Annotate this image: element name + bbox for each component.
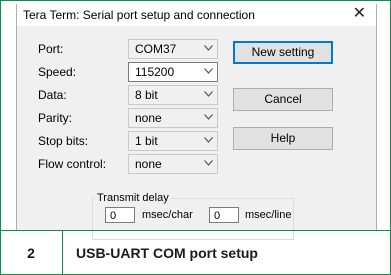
stop-bits-label: Stop bits: xyxy=(38,134,89,148)
data-label: Data: xyxy=(38,88,67,102)
data-select[interactable]: 8 bit xyxy=(128,85,218,105)
flow-control-select[interactable]: none xyxy=(128,154,218,174)
port-label: Port: xyxy=(38,42,64,56)
parity-label: Parity: xyxy=(38,111,73,125)
speed-select[interactable]: 115200 xyxy=(128,62,218,82)
msec-per-line-input[interactable]: 0 xyxy=(209,207,239,223)
transmit-delay-label: Transmit delay xyxy=(95,192,171,204)
close-icon[interactable]: ✕ xyxy=(353,5,366,23)
port-value: COM37 xyxy=(135,42,177,56)
new-setting-button[interactable]: New setting xyxy=(233,41,333,64)
chevron-down-icon xyxy=(204,91,213,97)
msec-per-line-unit: msec/line xyxy=(245,209,292,221)
help-button[interactable]: Help xyxy=(233,127,333,150)
figure-caption: USB-UART COM port setup xyxy=(76,245,258,261)
figure-number: 2 xyxy=(0,231,63,275)
data-value: 8 bit xyxy=(135,88,158,102)
parity-value: none xyxy=(135,111,162,125)
flow-control-label: Flow control: xyxy=(38,157,107,171)
cancel-button[interactable]: Cancel xyxy=(233,88,333,111)
msec-per-char-input[interactable]: 0 xyxy=(105,207,135,223)
chevron-down-icon xyxy=(204,137,213,143)
chevron-down-icon xyxy=(204,114,213,120)
stop-bits-select[interactable]: 1 bit xyxy=(128,131,218,151)
stop-bits-value: 1 bit xyxy=(135,134,158,148)
window-title: Tera Term: Serial port setup and connect… xyxy=(23,8,255,22)
serial-setup-dialog: Tera Term: Serial port setup and connect… xyxy=(16,4,377,240)
chevron-down-icon xyxy=(204,160,213,166)
chevron-down-icon xyxy=(204,45,213,51)
title-bar: Tera Term: Serial port setup and connect… xyxy=(17,4,376,26)
parity-select[interactable]: none xyxy=(128,108,218,128)
speed-label: Speed: xyxy=(38,65,77,79)
port-select[interactable]: COM37 xyxy=(128,39,218,59)
chevron-down-icon xyxy=(204,68,213,74)
flow-control-value: none xyxy=(135,157,162,171)
speed-value: 115200 xyxy=(135,65,175,79)
msec-per-char-unit: msec/char xyxy=(142,209,193,221)
